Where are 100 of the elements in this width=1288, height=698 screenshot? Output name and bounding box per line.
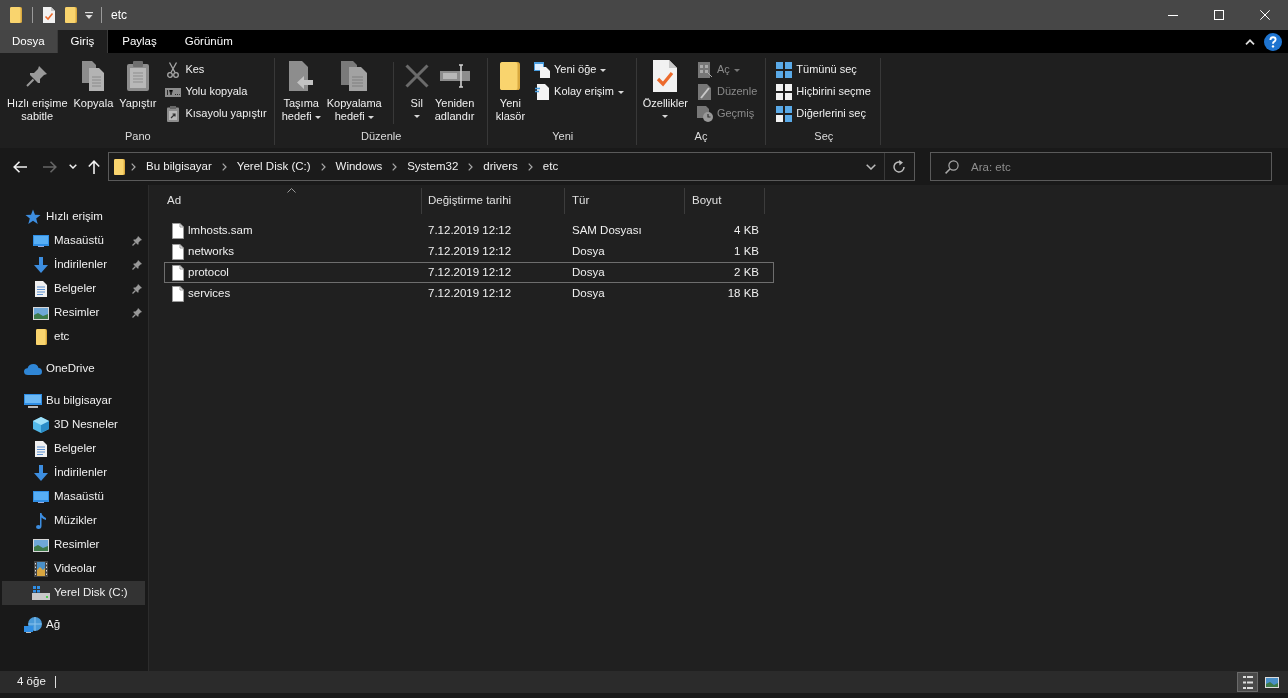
ribbon-button[interactable]: Yapıştır: [116, 58, 160, 110]
sidebar-item[interactable]: etc: [2, 325, 145, 349]
breadcrumb[interactable]: drivers: [479, 154, 522, 179]
file-row[interactable]: lmhosts.sam 7.12.2019 12:12 SAM Dosyası 4 KB: [164, 220, 774, 241]
ribbon-button[interactable]: Sil: [401, 58, 432, 118]
download-arrow-icon: [34, 257, 48, 273]
ribbon-button[interactable]: Yolu kopyala: [162, 81, 270, 103]
sidebar-item[interactable]: Bu bilgisayar: [2, 389, 145, 413]
sidebar-item[interactable]: Müzikler: [2, 509, 145, 533]
sidebar-item[interactable]: İndirilenler: [2, 461, 145, 485]
file-icon: [172, 243, 184, 260]
chevron-icon[interactable]: [221, 162, 227, 171]
pin-icon: [132, 260, 142, 270]
sidebar-item[interactable]: OneDrive: [2, 357, 145, 381]
drive-icon: [32, 586, 50, 600]
collapse-caret-icon[interactable]: [1245, 38, 1255, 45]
table-cell-text: 18 KB: [726, 285, 760, 301]
up-arrow-icon: [88, 159, 100, 174]
ribbon-button[interactable]: Yeniden adlandır: [431, 58, 478, 123]
ribbon-button[interactable]: Hiçbirini seçme: [773, 81, 874, 103]
ribbon-tab[interactable]: Görünüm: [170, 30, 247, 53]
sidebar-item[interactable]: Masaüstü: [2, 229, 145, 253]
table-cell-text: SAM Dosyası: [571, 222, 643, 238]
breadcrumb[interactable]: Yerel Disk (C:): [232, 154, 315, 179]
sidebar-item[interactable]: Masaüstü: [2, 485, 145, 509]
ribbon-button[interactable]: Yeni klasör: [492, 58, 529, 123]
breadcrumb[interactable]: etc: [538, 154, 563, 179]
sidebar-item[interactable]: Ağ: [2, 613, 145, 637]
sidebar-item[interactable]: Resimler: [2, 301, 145, 325]
ribbon-tab[interactable]: Paylaş: [108, 30, 171, 53]
star-icon: [25, 209, 41, 225]
ribbon-button[interactable]: Kopyala: [70, 58, 117, 110]
file-row[interactable]: services 7.12.2019 12:12 Dosya 18 KB: [164, 283, 774, 304]
column-header[interactable]: Değiştirme tarihi: [422, 188, 565, 214]
chevron-icon[interactable]: [468, 162, 474, 171]
ribbon-group-label: Pano: [125, 129, 151, 144]
document-lines-icon: [535, 84, 550, 100]
ribbon-button[interactable]: Kolay erişim: [531, 81, 627, 103]
squares-grid-icon: [776, 62, 793, 78]
sidebar-item[interactable]: Belgeler: [2, 277, 145, 301]
chevron-icon[interactable]: [131, 162, 136, 171]
ribbon-button[interactable]: Kes: [162, 59, 270, 81]
ribbon-button[interactable]: Yeni öğe: [531, 59, 627, 81]
clock-document-icon: [696, 106, 713, 122]
maximize-icon: [1214, 10, 1224, 20]
file-name: services: [188, 286, 231, 301]
text-cursor-icon: [439, 64, 470, 88]
sidebar-item[interactable]: Videolar: [2, 557, 145, 581]
ribbon-button[interactable]: Kopyalama hedefi: [323, 58, 385, 123]
chevron-down-icon[interactable]: [866, 163, 876, 170]
ribbon-tab[interactable]: Giriş: [56, 30, 109, 53]
file-row[interactable]: protocol 7.12.2019 12:12 Dosya 2 KB: [164, 262, 774, 283]
breadcrumb[interactable]: Bu bilgisayar: [142, 154, 216, 179]
cube-icon: [33, 417, 49, 433]
picture-icon: [33, 538, 49, 552]
caret-icon[interactable]: [85, 11, 93, 19]
details-view-button[interactable]: [1237, 672, 1258, 692]
chevron-icon[interactable]: [392, 162, 398, 171]
breadcrumb[interactable]: Windows: [331, 154, 387, 179]
folder-icon: [114, 158, 125, 175]
ribbon-button[interactable]: Özellikler: [639, 58, 691, 118]
ribbon-button[interactable]: Taşıma hedefi: [278, 58, 324, 123]
ribbon-group-label: Yeni: [552, 129, 574, 144]
minimize-icon: [1168, 14, 1178, 16]
ribbon-button[interactable]: Hızlı erişime sabitle: [4, 58, 71, 123]
sidebar-item[interactable]: Resimler: [2, 533, 145, 557]
ribbon-button[interactable]: Tümünü seç: [773, 59, 874, 81]
document-check-icon[interactable]: [43, 7, 55, 23]
forward-arrow-icon: [43, 160, 57, 173]
clipboard-icon: [167, 106, 180, 122]
chevron-icon[interactable]: [527, 162, 533, 171]
globe-icon: [24, 617, 42, 633]
search-icon: [945, 160, 959, 174]
breadcrumb[interactable]: System32: [403, 154, 463, 179]
picture-icon: [33, 306, 49, 320]
download-arrow-icon: [34, 465, 48, 481]
table-cell-text: Dosya: [571, 243, 606, 259]
help-icon[interactable]: [1264, 32, 1282, 51]
document-check-icon: [653, 60, 678, 92]
sidebar-item[interactable]: Hızlı erişim: [2, 205, 145, 229]
refresh-icon[interactable]: [892, 159, 906, 174]
file-row[interactable]: networks 7.12.2019 12:12 Dosya 1 KB: [164, 241, 774, 262]
column-header[interactable]: Boyut: [685, 188, 765, 214]
column-header[interactable]: Ad: [160, 188, 422, 214]
column-header[interactable]: Tür: [565, 188, 685, 214]
ribbon-tab[interactable]: Dosya: [0, 30, 57, 53]
search-field[interactable]: Ara: etc: [930, 152, 1272, 181]
sidebar-item[interactable]: 3D Nesneler: [2, 413, 145, 437]
sidebar-item[interactable]: İndirilenler: [2, 253, 145, 277]
ribbon-button[interactable]: Diğerlerini seç: [773, 103, 874, 125]
sidebar-item[interactable]: Yerel Disk (C:): [2, 581, 145, 605]
ribbon-group-label: Seç: [814, 129, 834, 144]
caret-icon: [314, 115, 321, 119]
ribbon-button[interactable]: Kısayolu yapıştır: [162, 103, 270, 125]
chevron-icon[interactable]: [320, 162, 326, 171]
close-icon: [1260, 10, 1270, 20]
address-bar[interactable]: Bu bilgisayar Yerel Disk (C:) Windows System32 drivers etc: [108, 152, 915, 181]
sidebar-item[interactable]: Belgeler: [2, 437, 145, 461]
caret-icon: [367, 115, 374, 119]
delete-icon: [404, 64, 429, 88]
